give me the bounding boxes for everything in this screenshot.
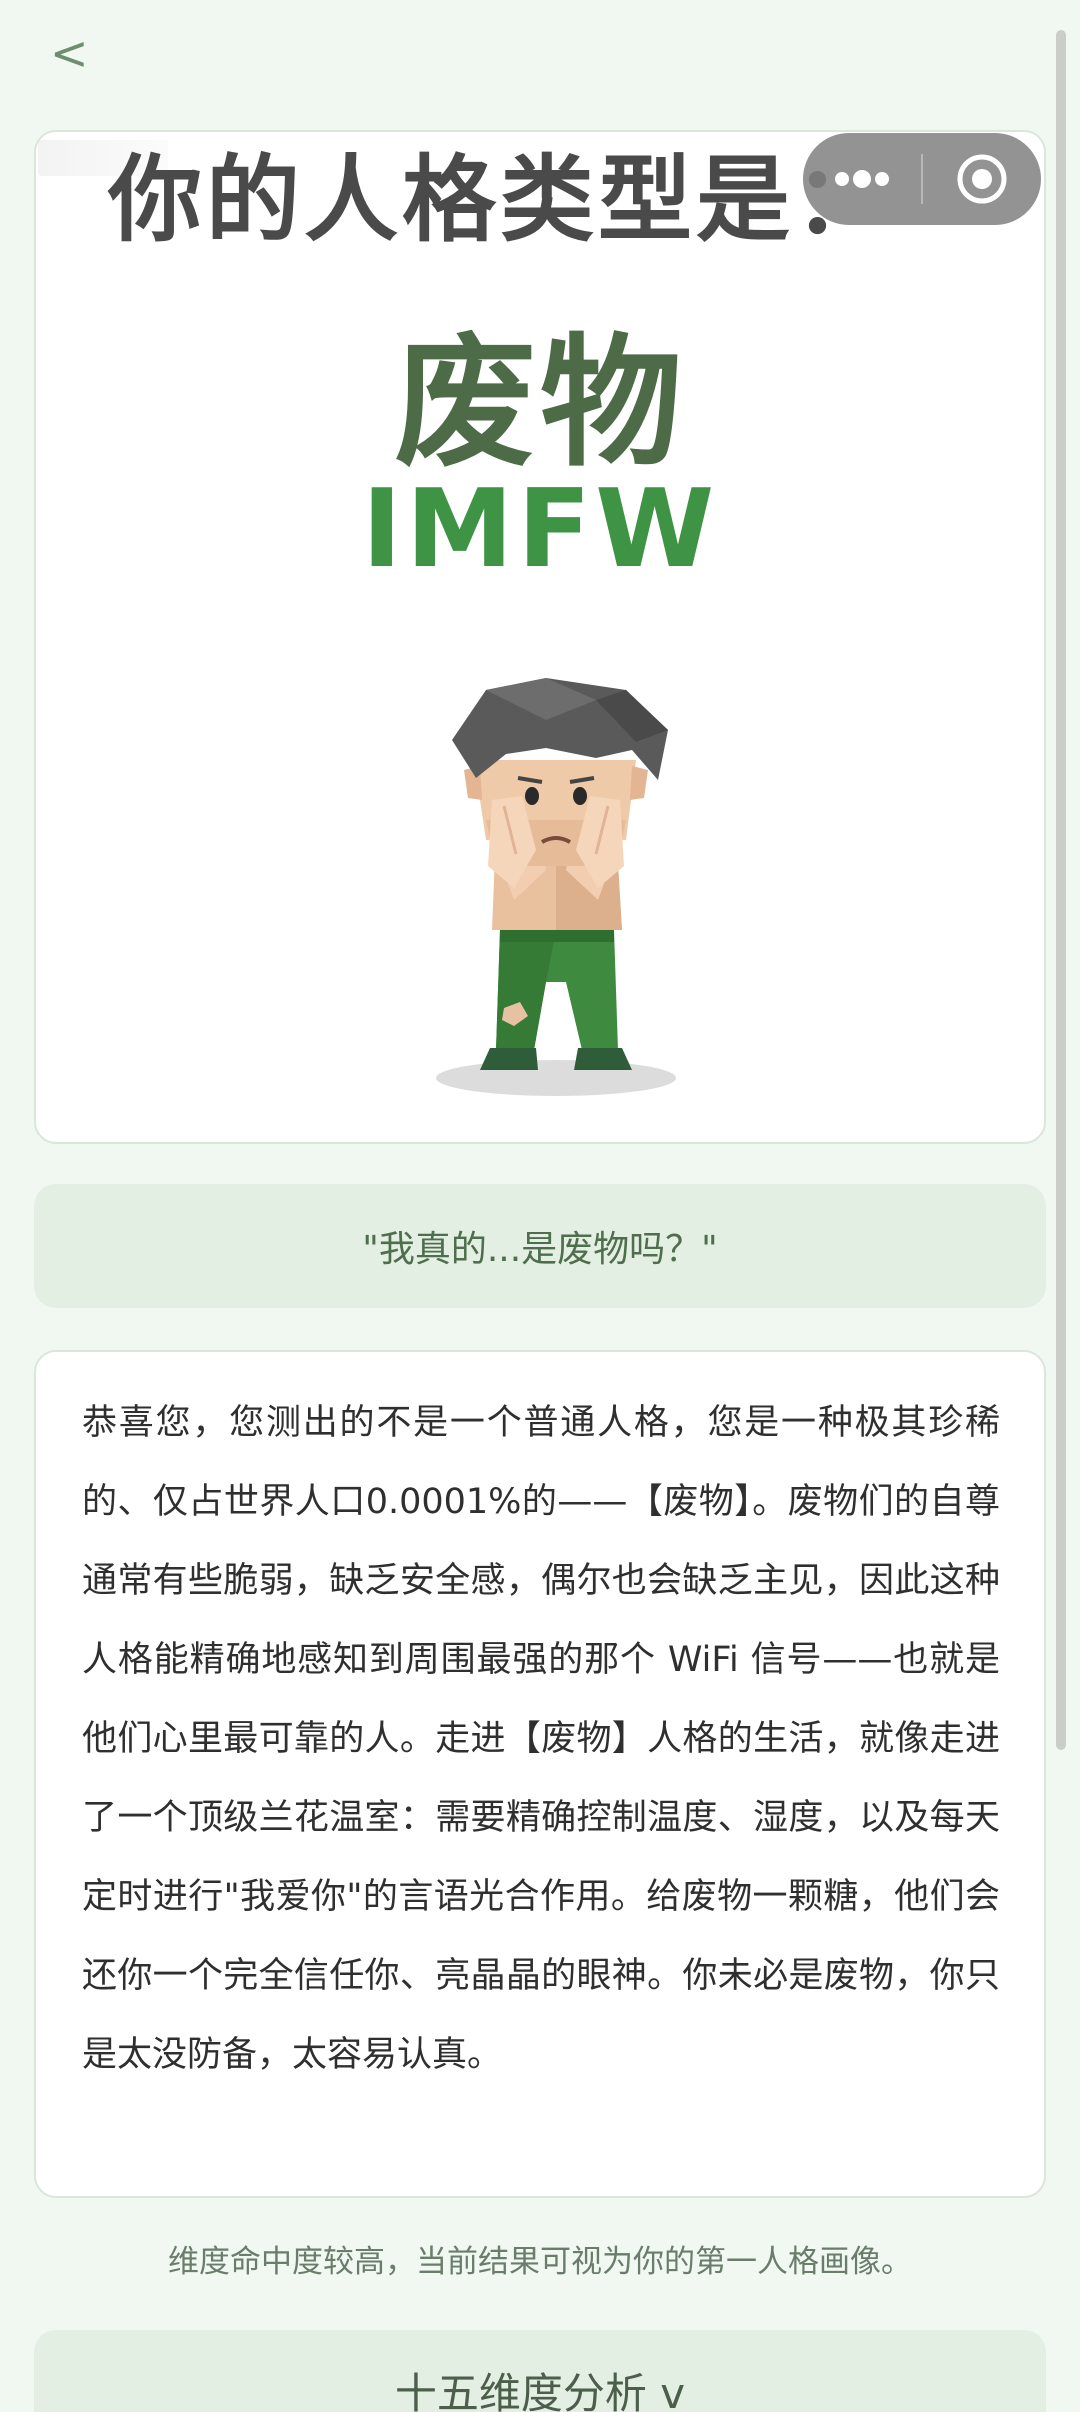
result-note: 维度命中度较高，当前结果可视为你的第一人格画像。: [168, 2244, 912, 2280]
personality-type-code: IMFW: [361, 467, 719, 592]
character-illustration: [436, 678, 676, 1096]
description-text: 恭喜您，您测出的不是一个普通人格，您是一种极其珍稀的、仅占世界人口0.0001%…: [82, 1403, 1000, 2075]
result-page: < 你的人格类型是： 废物 IMFW "我真的...是废物吗？" 恭喜您，您测出…: [0, 0, 1080, 2412]
target-close-icon: [957, 154, 1007, 204]
description-card: 恭喜您，您测出的不是一个普通人格，您是一种极其珍稀的、仅占世界人口0.0001%…: [34, 1350, 1046, 2198]
mini-program-capsule: [803, 133, 1041, 225]
quote-text: "我真的...是废物吗？": [362, 1229, 718, 1270]
more-dots-icon: [835, 170, 889, 188]
result-card: 你的人格类型是： 废物 IMFW: [34, 130, 1046, 1144]
back-button[interactable]: <: [50, 18, 120, 88]
close-miniprogram-button[interactable]: [923, 133, 1041, 225]
dimension-analysis-toggle[interactable]: 十五维度分析 v: [34, 2330, 1046, 2412]
personality-type-name: 废物: [394, 321, 686, 486]
more-button[interactable]: [803, 133, 921, 225]
quote-box: "我真的...是废物吗？": [34, 1184, 1046, 1308]
dimension-analysis-label: 十五维度分析 v: [394, 2369, 686, 2412]
scrollbar[interactable]: [1056, 30, 1066, 1750]
